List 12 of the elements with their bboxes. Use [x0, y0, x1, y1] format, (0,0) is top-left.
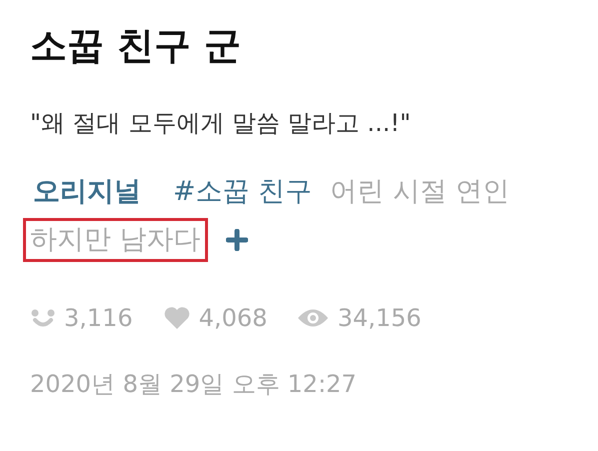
stat-count: 34,156 — [337, 304, 422, 332]
smile-icon — [30, 308, 56, 328]
post-date: 2020년 8월 29일 오후 12:27 — [30, 369, 358, 400]
work-title: 소꿉 친구 군 — [30, 23, 242, 69]
stat-count: 3,116 — [64, 304, 133, 332]
stat-count: 4,068 — [198, 304, 268, 332]
eye-icon — [297, 307, 330, 329]
original-badge[interactable]: 오리지널 — [30, 170, 144, 214]
hashtag-link[interactable]: #소꿉 친구 — [170, 170, 316, 214]
heart-icon — [162, 306, 191, 330]
caption: "왜 절대 모두에게 말씀 말라고 ...!" — [30, 108, 412, 139]
add-tag-icon[interactable] — [226, 229, 248, 251]
